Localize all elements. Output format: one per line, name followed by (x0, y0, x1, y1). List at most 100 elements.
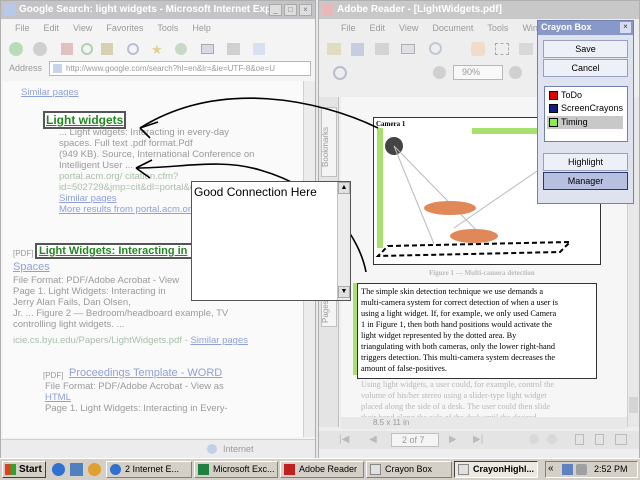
network-icon[interactable] (562, 464, 573, 475)
reader-title-bar[interactable]: Adobe Reader - [LightWidgets.pdf] (319, 1, 639, 19)
highlight-button[interactable]: Highlight (543, 153, 628, 171)
layer-todo[interactable]: ToDo (547, 89, 623, 102)
forward-icon[interactable] (33, 42, 47, 56)
hand-upper (424, 201, 476, 215)
highlighted-paragraph[interactable]: The simple skin detection technique we u… (357, 283, 597, 379)
address-input[interactable]: http://www.google.com/search?hl=en&lr=&i… (49, 61, 311, 76)
ie-status-bar: Internet (1, 439, 315, 459)
pdf-tag: [PDF] (43, 371, 64, 380)
stop-icon[interactable] (61, 43, 73, 55)
media-icon[interactable] (88, 463, 101, 476)
result-2-title-cont[interactable]: Spaces (13, 261, 50, 273)
note-text[interactable]: Good Connection Here (194, 185, 317, 199)
mail-icon[interactable] (201, 44, 214, 54)
note-scrollbar[interactable]: ▲ ▼ (337, 182, 350, 300)
volume-icon[interactable] (576, 464, 587, 475)
zoom-select[interactable]: 90% (453, 65, 503, 80)
paragraph-line: volume of his/her stereo using a slider-… (361, 391, 547, 400)
cancel-button[interactable]: Cancel (543, 59, 628, 77)
print-icon[interactable] (227, 43, 240, 55)
zoom-out-icon[interactable] (433, 66, 446, 79)
task-internet-explorer[interactable]: 2 Internet E... (106, 461, 192, 478)
favorites-icon[interactable]: ★ (151, 42, 163, 58)
select-tool-icon[interactable] (495, 43, 509, 55)
manager-button[interactable]: Manager (543, 172, 628, 190)
refresh-icon[interactable] (81, 43, 93, 55)
page-number-field[interactable]: 2 of 7 (391, 433, 439, 447)
forward-view-icon[interactable] (547, 434, 557, 444)
single-page-icon[interactable] (575, 434, 584, 445)
menu-document[interactable]: Document (432, 23, 473, 33)
close-button[interactable]: × (299, 4, 312, 16)
history-icon[interactable] (175, 43, 187, 55)
task-label: Microsoft Exc... (213, 464, 275, 474)
task-crayon-box[interactable]: Crayon Box (366, 461, 452, 478)
paragraph-line: 1 in Figure 1, then both hand positions … (361, 320, 553, 329)
menu-view[interactable]: View (73, 23, 92, 33)
edit-icon[interactable] (253, 43, 265, 55)
menu-tools[interactable]: Tools (487, 23, 508, 33)
back-view-icon[interactable] (529, 434, 539, 444)
last-page-icon[interactable]: ▶| (473, 434, 483, 445)
scroll-down-icon[interactable]: ▼ (338, 286, 350, 298)
clock[interactable]: 2:52 PM (594, 464, 628, 474)
prev-page-icon[interactable]: ◀ (369, 434, 377, 445)
print-icon[interactable] (375, 43, 389, 55)
maximize-button[interactable]: □ (284, 4, 297, 16)
zoom-in-icon[interactable] (333, 66, 347, 80)
snapshot-icon[interactable] (519, 43, 533, 55)
open-icon[interactable] (327, 43, 341, 55)
ie-title-bar[interactable]: Google Search: light widgets - Microsoft… (1, 1, 315, 19)
scroll-thumb[interactable] (629, 397, 638, 413)
similar-pages-link[interactable]: Similar pages (190, 335, 248, 346)
highlighted-result-2[interactable]: Light Widgets: Interacting in (35, 243, 205, 259)
hand-tool-icon[interactable] (471, 42, 485, 56)
tray-expand-icon[interactable]: « (548, 463, 554, 474)
facing-icon[interactable] (615, 434, 627, 445)
light-ray (393, 145, 435, 245)
more-results-link[interactable]: More results from portal.acm.org (59, 204, 196, 215)
zoom-plus-icon[interactable] (509, 66, 522, 79)
scroll-up-icon[interactable]: ▲ (338, 182, 350, 194)
home-icon[interactable] (101, 43, 113, 55)
menu-edit[interactable]: Edit (370, 23, 386, 33)
task-crayon-highlight[interactable]: CrayonHighl... (454, 461, 538, 478)
back-icon[interactable] (9, 42, 23, 56)
next-page-icon[interactable]: ▶ (449, 434, 457, 445)
paragraph-line: placed along the side of a desk. The use… (361, 402, 551, 411)
result-3-title[interactable]: Proceedings Template - WORD (69, 367, 222, 379)
search-icon[interactable] (127, 43, 139, 55)
ie-quicklaunch-icon[interactable] (52, 463, 65, 476)
ie-toolbar: ★ (5, 39, 313, 59)
paragraph-line: light widget represented by the dotted a… (361, 331, 517, 340)
email-icon[interactable] (401, 44, 415, 54)
menu-favorites[interactable]: Favorites (106, 23, 143, 33)
minimize-button[interactable]: _ (269, 4, 282, 16)
snippet-line: ... Light widgets: Interacting in every-… (59, 127, 230, 138)
similar-pages-link[interactable]: Similar pages (21, 87, 79, 98)
view-html-link[interactable]: HTML (45, 392, 295, 403)
search-icon[interactable] (429, 42, 442, 55)
zone-label: Internet (223, 444, 254, 454)
menu-file[interactable]: File (341, 23, 356, 33)
annotation-note[interactable]: Good Connection Here ▲ ▼ (191, 181, 351, 301)
crayon-title-bar[interactable]: Crayon Box × (538, 21, 633, 35)
windows-logo-icon (5, 464, 16, 475)
layer-timing[interactable]: Timing (547, 116, 623, 129)
menu-file[interactable]: File (15, 23, 30, 33)
show-desktop-icon[interactable] (70, 463, 83, 476)
similar-pages-link[interactable]: Similar pages (59, 193, 117, 204)
task-excel[interactable]: Microsoft Exc... (194, 461, 278, 478)
menu-view[interactable]: View (399, 23, 418, 33)
save-button[interactable]: Save (543, 40, 628, 58)
save-icon[interactable] (351, 43, 364, 56)
continuous-icon[interactable] (595, 434, 604, 445)
start-button[interactable]: Start (2, 461, 46, 478)
first-page-icon[interactable]: |◀ (339, 434, 349, 445)
menu-edit[interactable]: Edit (44, 23, 60, 33)
close-icon[interactable]: × (620, 22, 631, 33)
task-adobe-reader[interactable]: Adobe Reader (280, 461, 364, 478)
menu-tools[interactable]: Tools (157, 23, 178, 33)
menu-help[interactable]: Help (192, 23, 211, 33)
layer-screencrayons[interactable]: ScreenCrayons (547, 102, 623, 115)
